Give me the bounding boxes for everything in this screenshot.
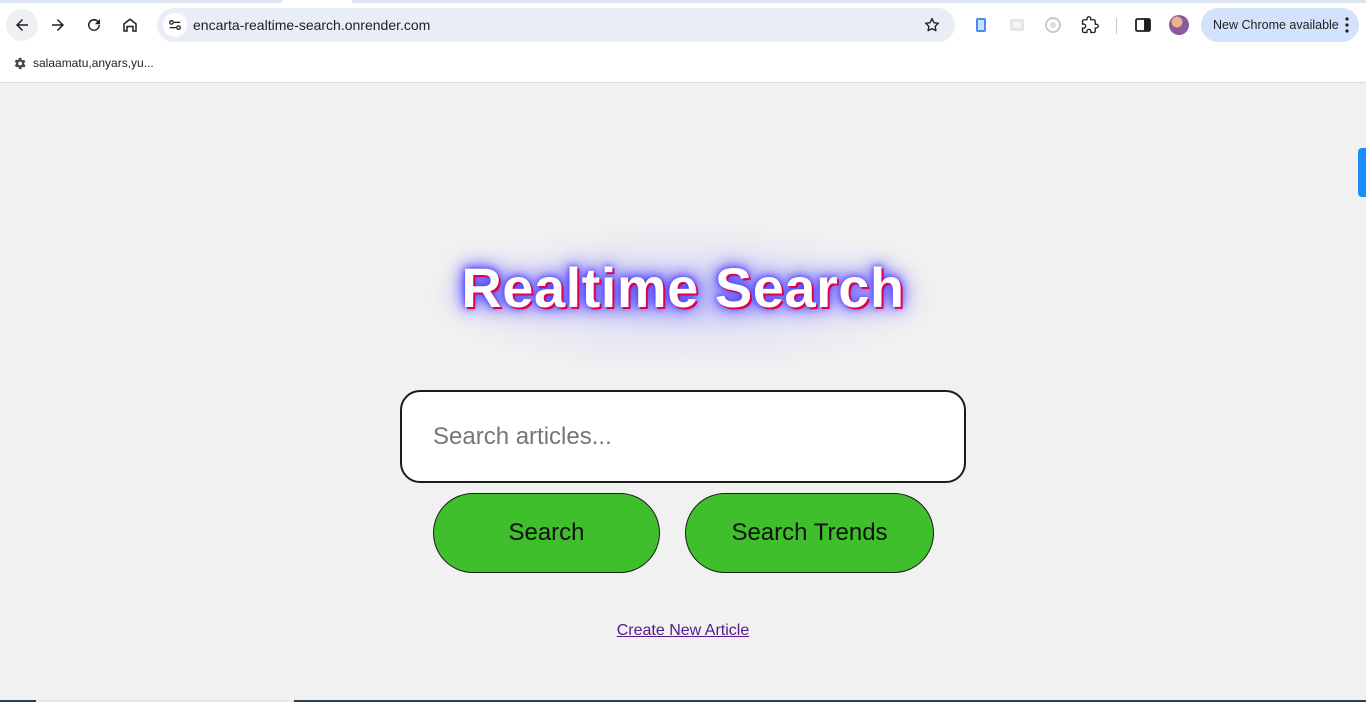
back-button[interactable] [6,9,38,41]
search-button[interactable]: Search [433,493,660,573]
reload-button[interactable] [78,9,110,41]
create-article-link[interactable]: Create New Article [617,622,750,639]
browser-toolbar: encarta-realtime-search.onrender.com New… [0,7,1366,43]
extension-button[interactable] [1044,16,1062,34]
bookmark-item[interactable]: salaamatu,anyars,yu... [12,54,154,72]
chrome-update-label: New Chrome available [1213,18,1339,32]
home-icon [123,18,137,32]
search-input[interactable] [400,390,966,483]
extension-icon [1045,17,1061,33]
gear-icon [14,57,26,69]
active-tab-edge [282,0,352,3]
site-info-button[interactable] [163,13,187,37]
profile-avatar[interactable] [1169,15,1189,35]
bookmarks-bar: salaamatu,anyars,yu... [0,52,1366,74]
chrome-update-button[interactable]: New Chrome available [1201,8,1359,42]
extension-button[interactable] [1008,16,1026,34]
forward-arrow-icon [52,19,64,31]
side-tab-handle[interactable] [1358,148,1366,197]
toolbar-divider [1116,18,1117,34]
address-bar[interactable]: encarta-realtime-search.onrender.com [157,8,955,42]
extensions-menu-button[interactable] [1081,16,1099,34]
site-info-icon [169,19,181,31]
page-title: Realtime Search [461,256,905,319]
side-panel-button[interactable] [1134,16,1152,34]
forward-button[interactable] [42,9,74,41]
browser-chrome: encarta-realtime-search.onrender.com New… [0,0,1366,83]
url-text[interactable]: encarta-realtime-search.onrender.com [193,17,430,33]
search-trends-button[interactable]: Search Trends [685,493,934,573]
reload-icon [88,18,100,31]
star-icon[interactable] [923,16,941,34]
create-article-link-wrapper: Create New Article [0,622,1366,640]
extension-button[interactable] [972,16,990,34]
side-panel-icon [1135,18,1151,32]
extension-icon [976,18,986,32]
extension-icon [1010,19,1024,31]
puzzle-icon [1081,16,1099,34]
bookmark-label: salaamatu,anyars,yu... [33,56,154,70]
home-button[interactable] [114,9,146,41]
page-content: Realtime Search Search Search Trends Cre… [0,83,1366,702]
back-arrow-icon [16,19,28,31]
tab-strip [0,0,1366,3]
more-vert-icon[interactable] [1345,17,1349,33]
